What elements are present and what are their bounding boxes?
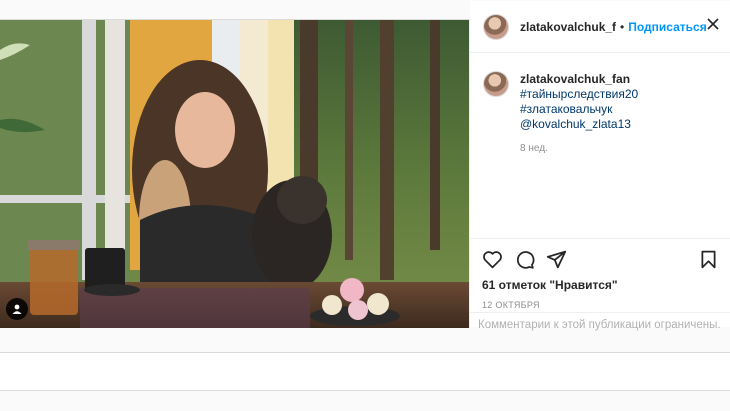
caption-age: 8 нед. — [520, 143, 548, 154]
post-dialog: zlatakovalchuk_f • Подписаться zlatakova… — [0, 1, 730, 331]
follow-button[interactable]: Подписаться — [628, 20, 706, 34]
post-date[interactable]: 12 ОКТЯБРЯ — [482, 300, 719, 310]
caption-mention[interactable]: @kovalchuk_zlata13 — [520, 117, 631, 131]
post-photo[interactable] — [0, 20, 469, 328]
comment-icon[interactable] — [514, 249, 535, 270]
caption-avatar[interactable] — [483, 71, 509, 97]
caption-username[interactable]: zlatakovalchuk_fan — [520, 72, 730, 87]
header-separator: • — [620, 19, 625, 34]
bookmark-icon[interactable] — [698, 249, 719, 270]
likes-count[interactable]: 61 отметок "Нравится" — [482, 278, 719, 292]
avatar[interactable] — [483, 13, 509, 40]
heart-icon[interactable] — [482, 249, 503, 270]
caption: zlatakovalchuk_fan #тайнырследствия20 #з… — [483, 71, 730, 156]
page-lower-section — [0, 353, 730, 390]
caption-text: zlatakovalchuk_fan #тайнырследствия20 #з… — [520, 71, 730, 156]
share-icon[interactable] — [546, 249, 567, 270]
divider — [0, 390, 730, 391]
post-header: zlatakovalchuk_f • Подписаться — [470, 1, 730, 53]
header-username[interactable]: zlatakovalchuk_f — [520, 20, 616, 34]
action-icons — [482, 249, 719, 269]
post-actions: 61 отметок "Нравится" 12 ОКТЯБРЯ — [470, 238, 730, 310]
caption-hashtags[interactable]: #тайнырследствия20 #златаковальчук — [520, 87, 638, 116]
user-tag-icon[interactable] — [6, 298, 28, 320]
close-icon[interactable] — [706, 17, 720, 31]
comments-disabled-notice: Комментарии к этой публикации ограничены… — [470, 312, 730, 342]
post-sidebar: zlatakovalchuk_f • Подписаться zlatakova… — [469, 1, 730, 331]
photo-illustration — [0, 20, 469, 328]
